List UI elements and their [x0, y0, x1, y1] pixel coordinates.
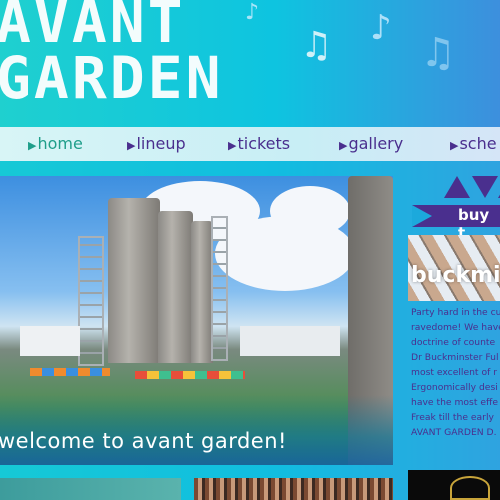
feature-description: Party hard in the cu ravedome! We have d…: [411, 305, 500, 440]
nav-home[interactable]: ▶home: [28, 134, 83, 153]
market-awnings: [135, 371, 245, 379]
eye-icon: [450, 476, 490, 500]
twitter-icon[interactable]: [444, 176, 470, 198]
play-triangle-icon: ▶: [339, 139, 348, 152]
play-triangle-icon: ▶: [228, 139, 237, 152]
description-line: Dr Buckminster Ful: [411, 352, 499, 363]
note-icon: ♫: [300, 25, 333, 66]
note-icon: ♪: [245, 0, 260, 25]
main-nav: ▶home ▶lineup ▶tickets ▶gallery ▶sche: [0, 127, 500, 161]
description-line: Ergonomically desi: [411, 382, 498, 393]
description-line: Party hard in the cu: [411, 307, 500, 318]
nav-gallery[interactable]: ▶gallery: [339, 134, 403, 153]
eye-banner[interactable]: [408, 470, 500, 500]
header: AVANT GARDEN ♪ ♫ ♪ ♫: [0, 0, 500, 127]
nav-tickets[interactable]: ▶tickets: [228, 134, 290, 153]
nav-lineup[interactable]: ▶lineup: [127, 134, 186, 153]
description-line: Freak till the early: [411, 412, 494, 423]
description-line: most excellent of r: [411, 367, 498, 378]
cloud: [270, 186, 350, 236]
boat: [240, 326, 340, 356]
nav-label: sche: [459, 134, 497, 153]
description-line: ravedome! We have: [411, 322, 500, 333]
hero-caption: welcome to avant garden!: [0, 429, 287, 453]
nav-schedule[interactable]: ▶sche: [450, 134, 497, 153]
description-line: have the most effe: [411, 397, 498, 408]
sidebar: buy t buckmi Party hard in the cu ravedo…: [400, 170, 500, 500]
silo: [158, 211, 193, 363]
buy-tickets-button[interactable]: buy t: [412, 205, 500, 242]
thumbnail-artist[interactable]: [0, 478, 181, 500]
nav-label: tickets: [237, 134, 291, 153]
building: [20, 326, 80, 356]
note-icon: ♫: [420, 30, 456, 76]
silo: [108, 198, 160, 363]
scaffold: [211, 216, 228, 361]
nav-label: home: [37, 134, 83, 153]
nav-label: gallery: [348, 134, 404, 153]
silo: [191, 221, 213, 363]
site-logo[interactable]: AVANT GARDEN: [0, 0, 224, 107]
note-icon: ♪: [370, 8, 392, 48]
market-awnings: [30, 368, 110, 376]
description-line: doctrine of counte: [411, 337, 496, 348]
play-triangle-icon: ▶: [28, 139, 37, 152]
scaffold: [78, 236, 104, 366]
nav-label: lineup: [136, 134, 186, 153]
description-line: AVANT GARDEN D.: [411, 427, 497, 438]
youtube-icon[interactable]: [472, 176, 498, 198]
thumbnail-crowd[interactable]: [194, 478, 393, 500]
play-triangle-icon: ▶: [127, 139, 136, 152]
buckminster-feature-image[interactable]: buckmi: [408, 235, 500, 301]
feature-title: buckmi: [411, 263, 500, 288]
play-triangle-icon: ▶: [450, 139, 459, 152]
hero-image[interactable]: welcome to avant garden!: [0, 176, 393, 465]
